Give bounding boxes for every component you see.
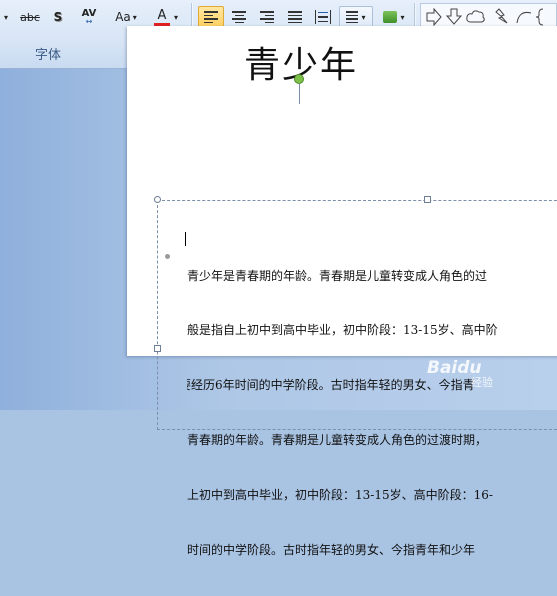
align-right-button[interactable] <box>254 6 280 28</box>
align-left-icon <box>204 11 218 23</box>
chevron-down-icon: ▾ <box>361 12 366 22</box>
right-arrow-shape-icon <box>426 7 442 27</box>
character-spacing-button[interactable]: AV ↔ <box>73 6 105 28</box>
group-separator <box>414 3 415 65</box>
chevron-down-icon: ▾ <box>132 12 137 22</box>
align-right-icon <box>260 11 274 23</box>
shapes-gallery[interactable] <box>420 3 557 31</box>
body-line: 青春期的年龄。青春期是儿童转变成人角色的过渡时期， <box>187 433 488 448</box>
font-group-label: 字体 <box>35 48 62 63</box>
columns-icon <box>346 11 359 23</box>
font-color-swatch: A <box>153 8 170 26</box>
chevron-down-icon: ▾ <box>400 12 405 22</box>
distribute-button[interactable] <box>310 6 336 28</box>
slide-workspace <box>0 69 557 410</box>
change-case-button[interactable]: Aa ▾ <box>109 6 143 28</box>
align-center-button[interactable] <box>226 6 252 28</box>
font-dialog-launcher-icon[interactable]: ↘ <box>176 46 185 55</box>
font-size-dropdown-tail[interactable]: ▾ <box>0 6 12 28</box>
brace-shape-icon <box>535 8 544 26</box>
justify-icon <box>288 11 302 23</box>
chevron-down-icon: ▾ <box>173 12 178 22</box>
paragraph-dialog-launcher-icon[interactable]: ↘ <box>400 46 409 55</box>
shapes-gallery-icons <box>426 7 544 27</box>
body-line: 上初中到高中毕业，初中阶段：13-15岁、高中阶段：16- <box>187 488 493 503</box>
chevron-down-icon: ▾ <box>3 12 8 22</box>
font-color-bar <box>153 22 170 26</box>
font-color-button[interactable]: A ▾ <box>147 6 185 28</box>
distribute-icon <box>315 10 331 24</box>
ribbon: ▾ abc S AV ↔ Aa ▾ A ▾ 字体 ↘ ▾ ▾ 段落 ↘ <box>0 0 557 69</box>
lightning-shape-icon <box>495 8 508 24</box>
align-center-icon <box>232 11 246 23</box>
cloud-shape-icon <box>466 10 485 23</box>
align-left-button[interactable] <box>198 6 224 28</box>
columns-button[interactable]: ▾ <box>339 6 373 28</box>
group-separator <box>191 3 192 65</box>
justify-button[interactable] <box>282 6 308 28</box>
arc-shape-icon <box>516 12 532 24</box>
shadow-button[interactable]: S <box>47 6 69 28</box>
paragraph-group-label: 段落 <box>277 48 304 63</box>
strikethrough-button[interactable]: abc <box>16 6 44 28</box>
smartart-icon <box>383 11 398 23</box>
smartart-button[interactable]: ▾ <box>377 6 411 28</box>
down-arrow-shape-icon <box>445 8 463 25</box>
body-line: 时间的中学阶段。古时指年轻的男女、今指青年和少年 <box>187 543 476 558</box>
spacing-arrow-icon: ↔ <box>85 17 93 26</box>
